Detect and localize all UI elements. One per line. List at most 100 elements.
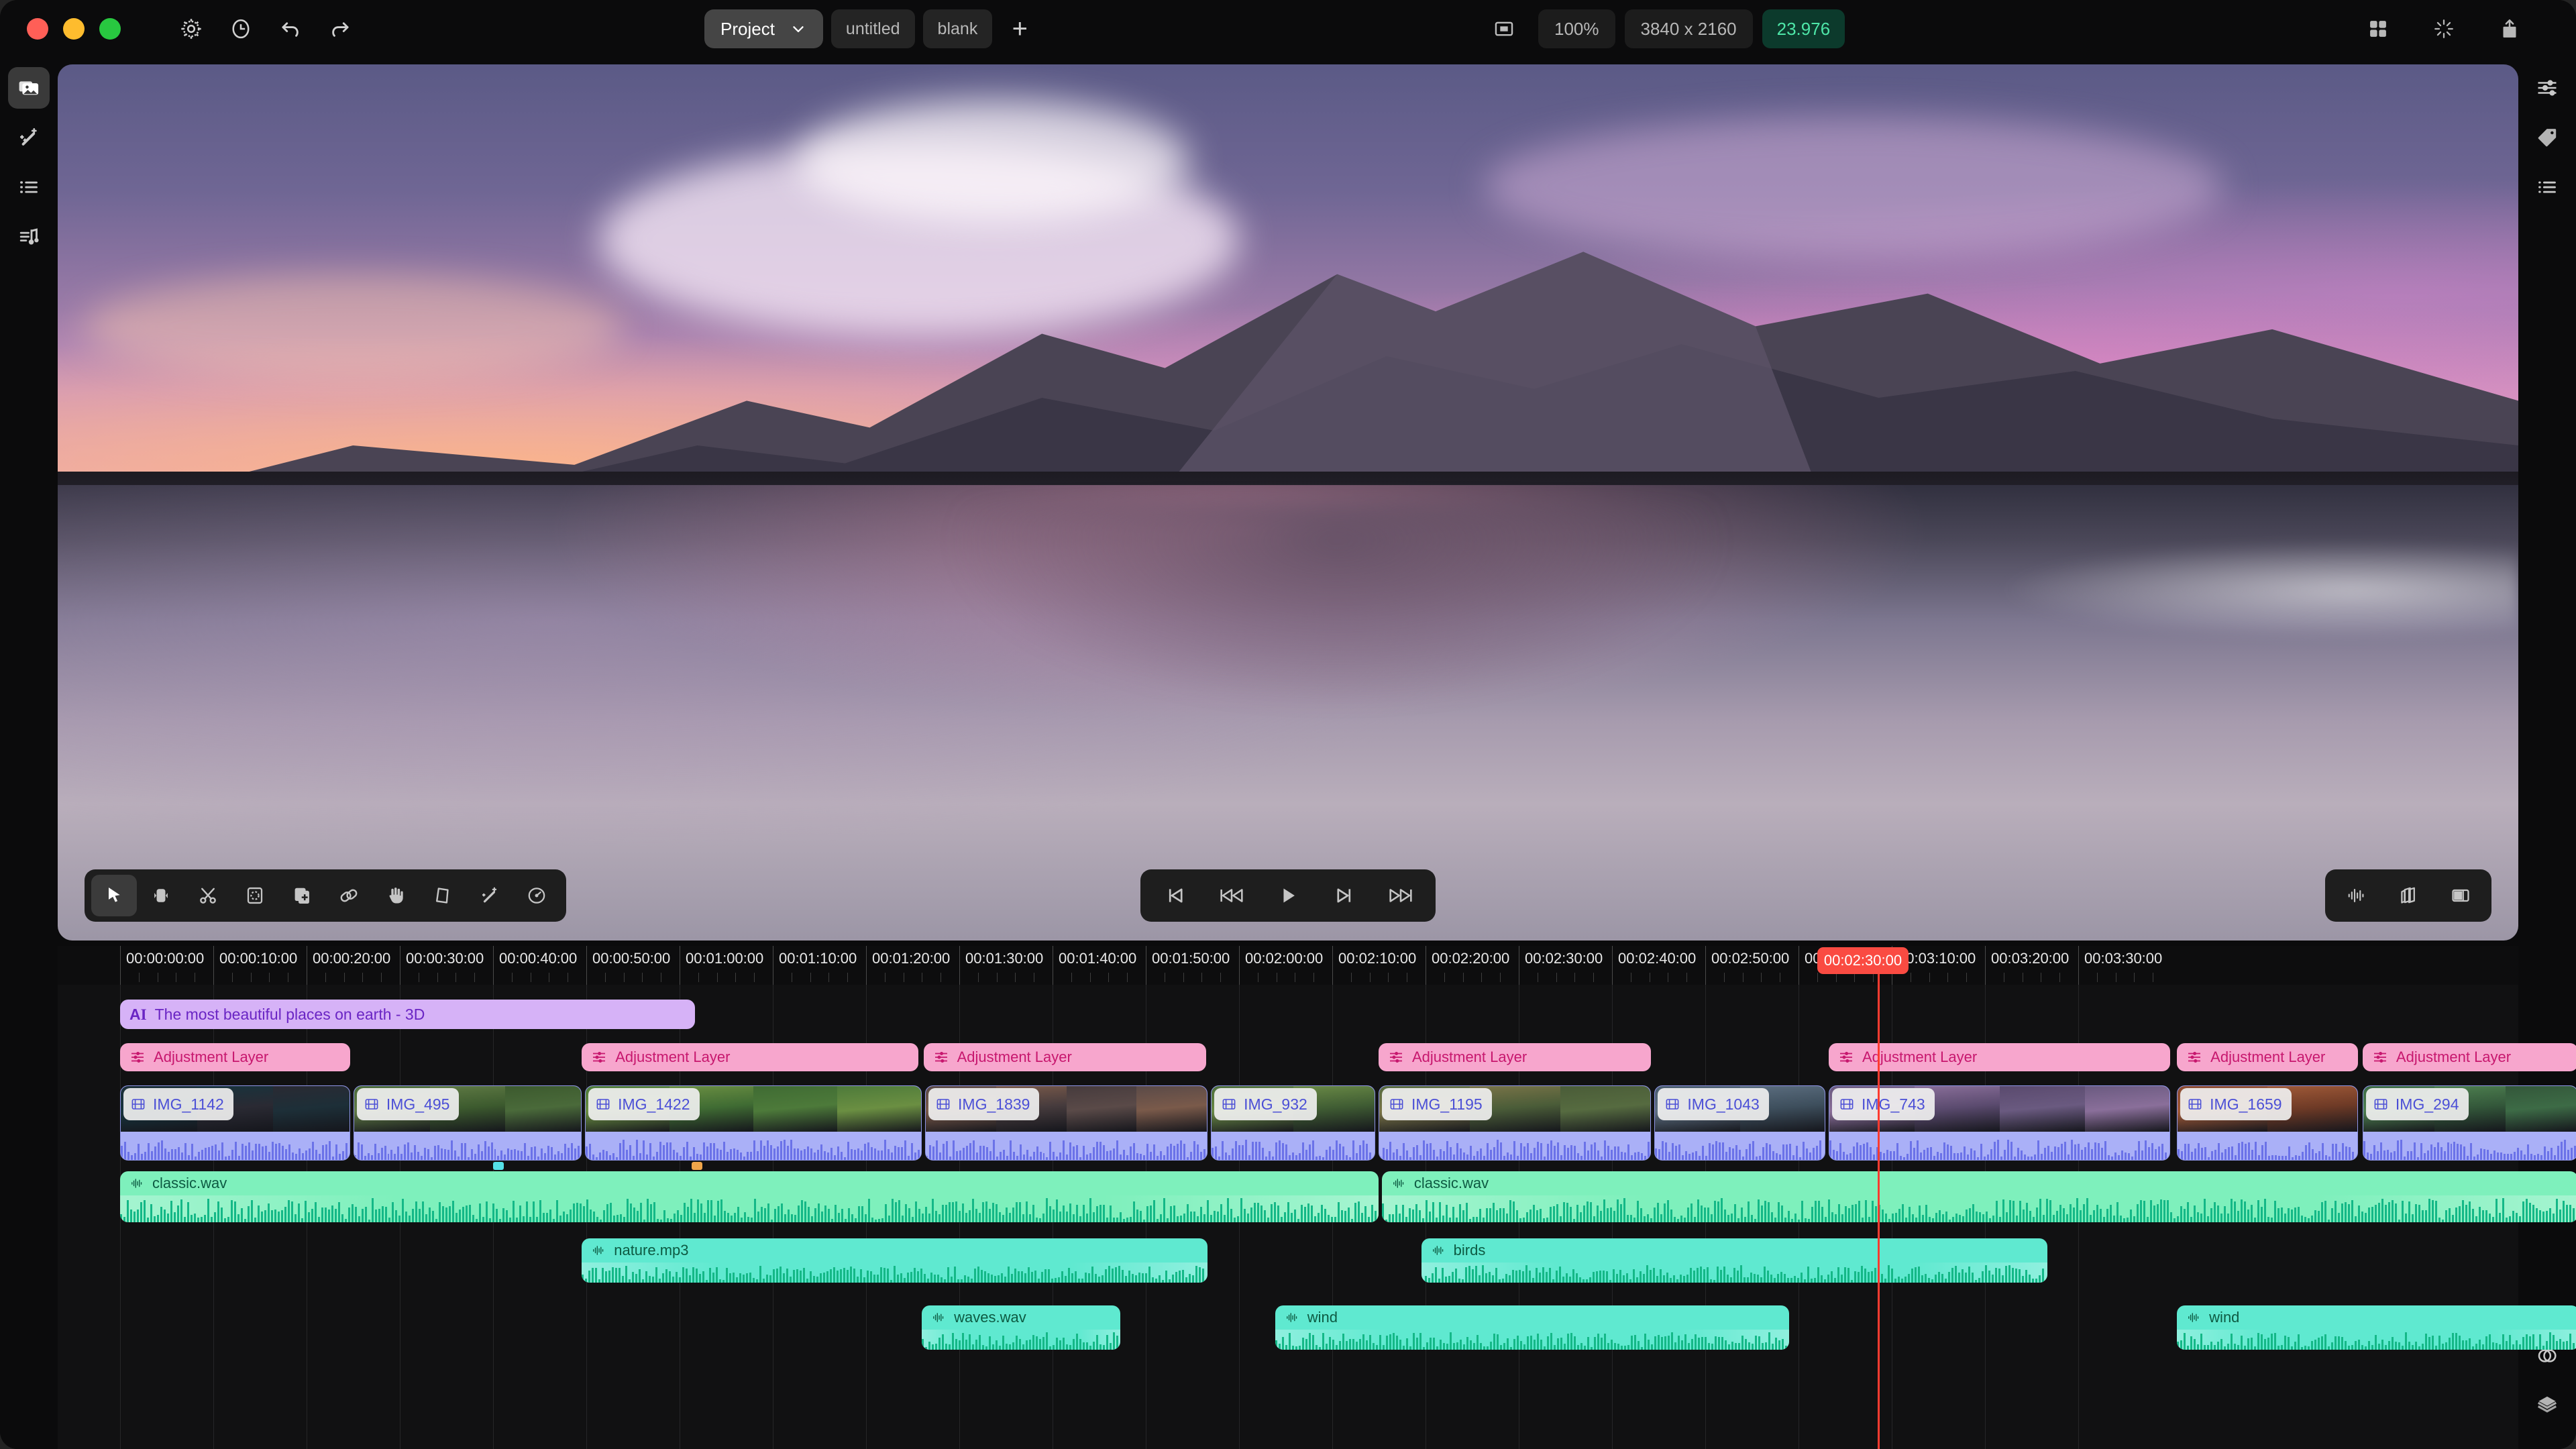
project-dropdown[interactable]: Project [704, 9, 823, 48]
scissors-cut-tool[interactable] [185, 875, 231, 916]
next-frame-button[interactable] [1322, 875, 1367, 916]
sidebar-item-properties[interactable] [8, 166, 50, 208]
layers-stack-icon[interactable] [2385, 875, 2431, 916]
select-arrow-tool[interactable] [91, 875, 137, 916]
add-tab-button[interactable]: + [1000, 9, 1039, 48]
resolution-label[interactable]: 3840 x 2160 [1624, 9, 1753, 48]
audio-clip-header: birds [1421, 1238, 2047, 1263]
timeline-panel[interactable]: 00:00:00:00 00:00:10:00 00:00:20:00 00:00:3… [58, 946, 2576, 1449]
ruler-tick-label: 00:02:40:00 [1618, 950, 1697, 967]
framerate-badge[interactable]: 23.976 [1762, 9, 1845, 48]
tab-blank[interactable]: blank [922, 9, 993, 48]
audio-waveform-icon[interactable] [2333, 875, 2379, 916]
transport-controls [1140, 869, 1436, 922]
video-clip-name: IMG_932 [1244, 1095, 1307, 1113]
jump-to-start-button[interactable] [1152, 875, 1198, 916]
grid-view-icon[interactable] [2353, 4, 2403, 54]
history-clock-icon[interactable] [216, 4, 266, 54]
effects-burst-icon[interactable] [2419, 4, 2469, 54]
rewind-button[interactable] [1209, 875, 1254, 916]
tab-untitled[interactable]: untitled [830, 9, 915, 48]
sliders-icon[interactable] [2526, 67, 2568, 109]
adjustment-layer-clip[interactable]: Adjustment Layer [923, 1043, 1206, 1071]
corner-pin-tool[interactable] [420, 875, 466, 916]
audio-clip-sfx[interactable]: wind [2177, 1305, 2576, 1350]
ruler-tick-label: 00:03:20:00 [1991, 950, 2070, 967]
ruler-tick-label: 00:00:20:00 [313, 950, 391, 967]
adjustment-layer-clip[interactable]: Adjustment Layer [582, 1043, 919, 1071]
audio-clip-sfx[interactable]: wind [1275, 1305, 1790, 1350]
video-clip-waveform [1655, 1140, 1825, 1160]
video-clip[interactable]: IMG_1659 [2177, 1085, 2358, 1161]
video-thumbnail [2506, 1086, 2576, 1132]
playhead-timecode-badge[interactable]: 00:02:30:00 [1817, 947, 1909, 974]
maximize-button[interactable] [99, 18, 121, 40]
timeline-ruler[interactable]: 00:00:00:00 00:00:10:00 00:00:20:00 00:00:3… [58, 946, 2518, 985]
audio-clip-music[interactable]: classic.wav [1381, 1171, 2576, 1222]
video-clip[interactable]: IMG_495 [353, 1085, 582, 1161]
link-tool[interactable] [326, 875, 372, 916]
close-button[interactable] [27, 18, 48, 40]
video-clip-name: IMG_1195 [1411, 1095, 1483, 1113]
video-clip[interactable]: IMG_294 [2362, 1085, 2576, 1161]
sidebar-item-effects[interactable] [8, 117, 50, 158]
magic-wand-tool[interactable] [467, 875, 513, 916]
mask-tool[interactable] [232, 875, 278, 916]
play-button[interactable] [1265, 875, 1311, 916]
video-clip[interactable]: IMG_932 [1211, 1085, 1376, 1161]
zoom-level[interactable]: 100% [1538, 9, 1615, 48]
playhead[interactable] [1878, 985, 1880, 1449]
video-clip-label-chip: IMG_495 [356, 1088, 460, 1120]
minimize-button[interactable] [63, 18, 85, 40]
export-share-icon[interactable] [2485, 4, 2534, 54]
sidebar-item-audio[interactable] [8, 216, 50, 258]
tag-icon[interactable] [2526, 117, 2568, 158]
left-sidebar [0, 58, 58, 1449]
layers-icon[interactable] [2526, 1385, 2568, 1426]
video-clip-waveform [354, 1140, 581, 1160]
aspect-ratio-icon[interactable] [1479, 4, 1529, 54]
waveform-icon [593, 1246, 604, 1255]
adjustment-layer-clip[interactable]: Adjustment Layer [1378, 1043, 1652, 1071]
video-clip[interactable]: IMG_1043 [1654, 1085, 1826, 1161]
adjustment-layer-clip[interactable]: Adjustment Layer [2177, 1043, 2358, 1071]
adjustment-layer-clip[interactable]: Adjustment Layer [120, 1043, 350, 1071]
text-clip[interactable]: AI The most beautiful places on earth - 3… [120, 1000, 696, 1029]
video-clip[interactable]: IMG_1422 [585, 1085, 922, 1161]
trim-tool[interactable] [138, 875, 184, 916]
settings-gear-icon[interactable] [166, 4, 216, 54]
audio-clip-ambience[interactable]: nature.mp3 [582, 1238, 1208, 1283]
timeline-marker[interactable] [692, 1162, 703, 1170]
timeline-marker[interactable] [492, 1162, 504, 1170]
speed-tool[interactable] [514, 875, 559, 916]
list-detail-icon[interactable] [2526, 166, 2568, 208]
split-view-icon[interactable] [2438, 875, 2483, 916]
audio-clip-ambience[interactable]: birds [1421, 1238, 2047, 1283]
ruler-subtick [754, 973, 755, 982]
audio-clip-name: classic.wav [1413, 1175, 1489, 1191]
video-clip[interactable]: IMG_1839 [925, 1085, 1208, 1161]
redo-icon[interactable] [315, 4, 365, 54]
ruler-subtick [1593, 973, 1595, 982]
preview-viewer[interactable] [58, 64, 2518, 941]
sidebar-item-media[interactable] [8, 67, 50, 109]
timeline-tracks[interactable]: AI The most beautiful places on earth - 3… [58, 985, 2576, 1449]
undo-icon[interactable] [266, 4, 315, 54]
audio-clip-music[interactable]: classic.wav [120, 1171, 1379, 1222]
ruler-subtick [1500, 973, 1501, 982]
video-clip[interactable]: IMG_1142 [120, 1085, 350, 1161]
ruler-subtick [1761, 973, 1762, 982]
audio-clip-name: classic.wav [152, 1175, 227, 1191]
hand-pan-tool[interactable] [373, 875, 419, 916]
video-clip[interactable]: IMG_1195 [1378, 1085, 1652, 1161]
audio-clip-sfx[interactable]: waves.wav [922, 1305, 1121, 1350]
adjustment-layer-clip[interactable]: Adjustment Layer [2362, 1043, 2576, 1071]
video-clip-waveform [2363, 1140, 2576, 1160]
audio-clip-header: nature.mp3 [582, 1238, 1208, 1263]
video-clip-label-chip: IMG_1659 [2180, 1088, 2292, 1120]
ruler-subtick [343, 973, 345, 982]
fast-forward-button[interactable] [1378, 875, 1424, 916]
ruler-subtick [325, 973, 326, 982]
preview-foam [1681, 520, 2518, 661]
duplicate-tool[interactable] [279, 875, 325, 916]
